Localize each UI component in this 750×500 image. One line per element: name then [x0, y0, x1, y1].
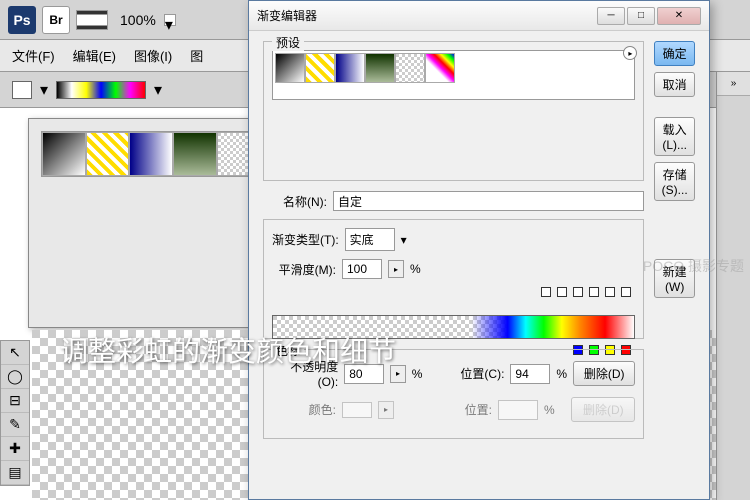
- save-button[interactable]: 存储(S)...: [654, 162, 695, 201]
- gradient-type-select[interactable]: 实底: [345, 228, 395, 251]
- gradient-ramp[interactable]: [272, 315, 635, 339]
- opacity-stop[interactable]: [573, 287, 583, 297]
- gradient-type-label: 渐变类型(T):: [272, 231, 339, 248]
- load-button[interactable]: 载入(L)...: [654, 117, 695, 156]
- name-label: 名称(N):: [263, 193, 327, 210]
- crop-tool-icon[interactable]: ⊟: [1, 389, 29, 413]
- gradient-tool-icon[interactable]: ▤: [1, 461, 29, 485]
- opacity-stop[interactable]: [621, 287, 631, 297]
- chevron-down-icon[interactable]: ▾: [401, 233, 407, 247]
- maximize-button[interactable]: □: [627, 7, 655, 25]
- preset-swatch[interactable]: [42, 132, 86, 176]
- gradient-dropdown-icon[interactable]: ▾: [154, 80, 162, 100]
- location-input[interactable]: [510, 364, 550, 384]
- gradient-editor-dialog: 渐变编辑器 ─ □ ✕ 预设 ▸ 名称(N):: [248, 0, 710, 500]
- photoshop-icon: Ps: [8, 6, 36, 34]
- panel-collapse-icon[interactable]: »: [717, 72, 750, 96]
- spinner-icon[interactable]: ▸: [390, 365, 406, 383]
- minimize-button[interactable]: ─: [597, 7, 625, 25]
- preset-swatch[interactable]: [395, 53, 425, 83]
- delete-color-stop-button: 删除(D): [571, 397, 635, 422]
- presets-label: 预设: [272, 34, 304, 51]
- menu-edit[interactable]: 编辑(E): [73, 46, 116, 65]
- percent-label: %: [412, 367, 423, 381]
- menu-file[interactable]: 文件(F): [12, 46, 55, 65]
- brush-tool-icon[interactable]: ✎: [1, 413, 29, 437]
- minibridge-icon[interactable]: [76, 10, 108, 30]
- percent-label: %: [556, 367, 567, 381]
- opacity-stop[interactable]: [589, 287, 599, 297]
- percent-label: %: [544, 403, 555, 417]
- color-swatch: [342, 402, 372, 418]
- percent-label: %: [410, 262, 421, 276]
- location2-label: 位置:: [428, 401, 492, 418]
- opacity-stop[interactable]: [541, 287, 551, 297]
- smoothness-label: 平滑度(M):: [272, 261, 336, 278]
- menu-image[interactable]: 图像(I): [134, 46, 172, 65]
- zoom-level[interactable]: 100%: [120, 12, 156, 28]
- location-label: 位置(C):: [440, 365, 504, 382]
- menu-layer[interactable]: 图: [190, 46, 203, 65]
- dialog-title: 渐变编辑器: [257, 7, 597, 24]
- spinner-icon: ▸: [378, 401, 394, 419]
- opacity-stop[interactable]: [605, 287, 615, 297]
- preset-swatch[interactable]: [425, 53, 455, 83]
- opacity-stop[interactable]: [557, 287, 567, 297]
- bridge-icon[interactable]: Br: [42, 6, 70, 34]
- right-panels: »: [716, 72, 750, 500]
- delete-opacity-stop-button[interactable]: 删除(D): [573, 361, 635, 386]
- opacity-input[interactable]: [344, 364, 384, 384]
- preset-swatch[interactable]: [275, 53, 305, 83]
- preset-swatch[interactable]: [129, 132, 173, 176]
- stops-label: 色标: [272, 342, 304, 359]
- ok-button[interactable]: 确定: [654, 41, 695, 66]
- preset-swatch[interactable]: [86, 132, 130, 176]
- watermark: POCO 摄影专题: [643, 256, 744, 276]
- preset-swatch[interactable]: [365, 53, 395, 83]
- color-label: 颜色:: [272, 401, 336, 418]
- cancel-button[interactable]: 取消: [654, 72, 695, 97]
- color-location-input: [498, 400, 538, 420]
- smoothness-input[interactable]: [342, 259, 382, 279]
- preset-swatch[interactable]: [173, 132, 217, 176]
- spinner-icon[interactable]: ▸: [388, 260, 404, 278]
- close-button[interactable]: ✕: [657, 7, 701, 25]
- foreground-swatch[interactable]: [12, 81, 32, 99]
- zoom-dropdown-icon[interactable]: ▾: [164, 14, 176, 26]
- lasso-tool-icon[interactable]: ◯: [1, 365, 29, 389]
- swatch-dropdown-icon[interactable]: ▾: [40, 80, 48, 100]
- healing-tool-icon[interactable]: ✚: [1, 437, 29, 461]
- preset-swatch[interactable]: [305, 53, 335, 83]
- gradient-preview[interactable]: [56, 81, 146, 99]
- preset-swatch[interactable]: [335, 53, 365, 83]
- name-input[interactable]: [333, 191, 644, 211]
- move-tool-icon[interactable]: ↖: [1, 341, 29, 365]
- tools-panel: ↖ ◯ ⊟ ✎ ✚ ▤: [0, 340, 30, 486]
- opacity-label: 不透明度(O):: [272, 358, 338, 389]
